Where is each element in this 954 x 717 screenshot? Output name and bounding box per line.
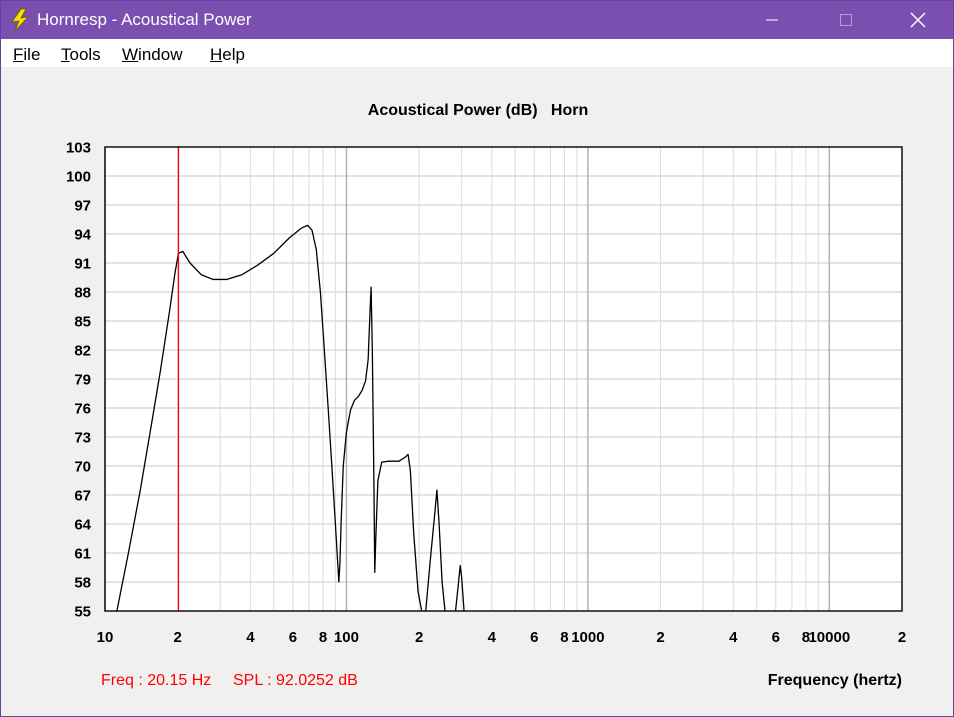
x-tick-label: 2 — [174, 629, 182, 646]
menu-help-accel: H — [210, 45, 223, 64]
y-tick-label: 103 — [66, 140, 91, 157]
y-tick-label: 82 — [74, 343, 91, 360]
y-tick-label: 76 — [74, 401, 91, 418]
lightning-bolt-icon — [11, 8, 30, 32]
menu-file[interactable]: File — [13, 45, 40, 65]
close-button[interactable] — [895, 1, 941, 39]
y-tick-label: 85 — [74, 314, 91, 331]
y-tick-label: 70 — [74, 459, 91, 476]
x-tick-label: 2 — [898, 629, 906, 646]
y-tick-label: 55 — [74, 604, 91, 621]
close-icon — [910, 12, 926, 28]
x-tick-label: 4 — [488, 629, 497, 646]
y-tick-label: 94 — [74, 227, 91, 244]
x-tick-label: 1000 — [571, 629, 604, 646]
x-tick-label: 10000 — [808, 629, 850, 646]
y-tick-label: 73 — [74, 430, 91, 447]
y-tick-label: 100 — [66, 169, 91, 186]
menu-help-label: elp — [222, 45, 245, 64]
x-tick-label: 100 — [334, 629, 359, 646]
y-tick-label: 91 — [74, 256, 91, 273]
y-tick-label: 79 — [74, 372, 91, 389]
menu-tools[interactable]: Tools — [61, 45, 101, 65]
menu-bar: File Tools Window Help — [1, 39, 953, 67]
x-tick-label: 10 — [97, 629, 114, 646]
y-tick-label: 88 — [74, 285, 91, 302]
y-tick-label: 61 — [74, 546, 91, 563]
chart-area[interactable]: Acoustical Power (dB) Horn 103 100 97 94 91 8… — [1, 67, 953, 716]
x-tick-labels: 10 2 4 6 8 100 2 4 6 8 1000 2 4 6 810000 2 — [97, 629, 907, 646]
title-bar[interactable]: Hornresp - Acoustical Power — [1, 1, 953, 39]
menu-help[interactable]: Help — [210, 45, 245, 65]
x-tick-label: 6 — [289, 629, 297, 646]
x-axis-label: Frequency (hertz) — [768, 672, 902, 689]
window-title: Hornresp - Acoustical Power — [37, 10, 252, 29]
freq-readout: Freq : 20.15 Hz — [101, 672, 211, 689]
menu-window-label: indow — [138, 45, 183, 64]
chart-title: Acoustical Power (dB) Horn — [368, 102, 588, 119]
x-tick-label: 4 — [729, 629, 738, 646]
maximize-icon — [840, 14, 852, 26]
menu-tools-label: ools — [69, 45, 101, 64]
minimize-icon — [766, 19, 778, 21]
acoustical-power-chart[interactable]: Acoustical Power (dB) Horn 103 100 97 94 91 8… — [1, 67, 953, 716]
minimize-button[interactable] — [749, 1, 795, 39]
x-tick-label: 6 — [772, 629, 780, 646]
x-tick-label: 2 — [656, 629, 664, 646]
y-tick-label: 67 — [74, 488, 91, 505]
menu-file-accel: F — [13, 45, 24, 64]
menu-window-accel: W — [122, 45, 139, 64]
menu-tools-accel: T — [61, 45, 70, 64]
y-tick-label: 64 — [74, 517, 91, 534]
menu-file-label: ile — [23, 45, 41, 64]
x-tick-label: 4 — [246, 629, 255, 646]
x-tick-label: 6 — [530, 629, 538, 646]
x-tick-label: 2 — [415, 629, 423, 646]
app-window: Hornresp - Acoustical Power File Tools W… — [0, 0, 954, 717]
x-tick-label: 8 — [319, 629, 327, 646]
y-tick-labels: 103 100 97 94 91 88 85 82 79 76 73 70 67 64 61 58 55 — [66, 140, 92, 621]
y-tick-label: 58 — [74, 575, 91, 592]
maximize-button[interactable] — [823, 1, 869, 39]
y-tick-label: 97 — [74, 198, 91, 215]
x-tick-label: 8 — [560, 629, 568, 646]
menu-window[interactable]: Window — [122, 45, 182, 65]
spl-readout: SPL : 92.0252 dB — [233, 672, 358, 689]
